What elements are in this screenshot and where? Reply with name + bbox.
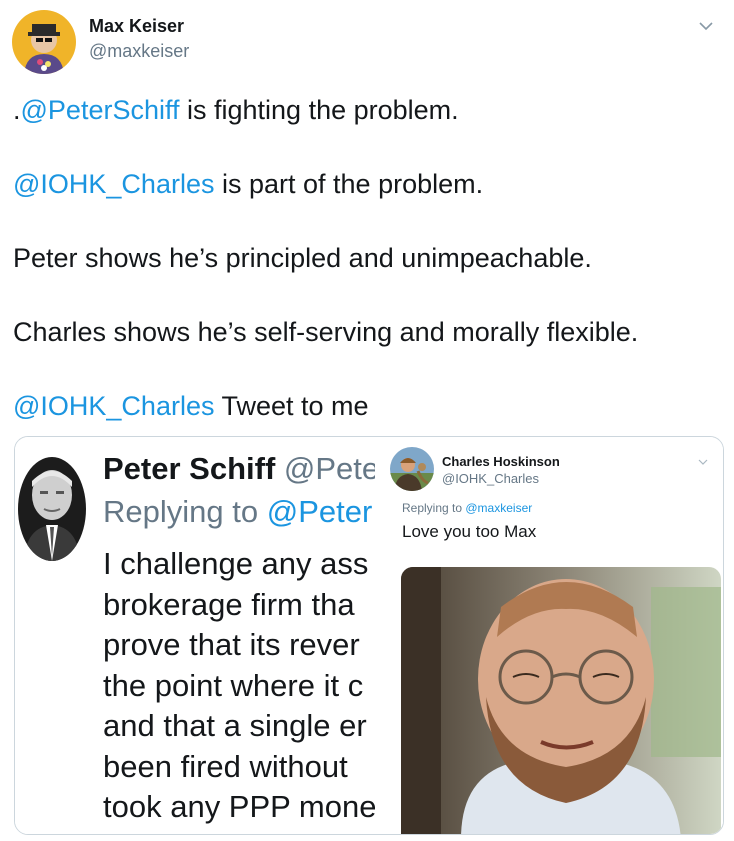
author-name[interactable]: Max Keiser <box>89 16 184 37</box>
tweet-paragraph: @IOHK_Charles is part of the problem. <box>13 164 713 204</box>
tweet: Max Keiser @maxkeiser .@PeterSchiff is f… <box>0 0 734 841</box>
peter-schiff-text-line: been fired without <box>103 748 348 784</box>
tweet-paragraph: Peter shows he’s principled and unimpeac… <box>13 238 713 278</box>
reply-label: Replying to <box>103 494 267 529</box>
tweet-header: Max Keiser @maxkeiser <box>12 10 722 74</box>
tweet-paragraph: .@PeterSchiff is fighting the problem. <box>13 90 713 130</box>
charles-hoskinson-handle: @IOHK_Charles <box>442 471 540 486</box>
paragraph-text: Charles shows he’s self-serving and mora… <box>13 317 639 347</box>
tweet-body: .@PeterSchiff is fighting the problem. @… <box>13 90 713 460</box>
peter-schiff-display-name: Peter Schiff <box>103 451 276 486</box>
peter-schiff-text-line: the point where it c <box>103 667 364 703</box>
mention-link[interactable]: @IOHK_Charles <box>13 169 214 199</box>
peter-schiff-text-line: brokerage firm tha <box>103 586 355 622</box>
paragraph-text: Peter shows he’s principled and unimpeac… <box>13 243 592 273</box>
author-handle[interactable]: @maxkeiser <box>89 41 189 62</box>
tweet-paragraph: Charles shows he’s self-serving and mora… <box>13 312 713 352</box>
peter-schiff-text-line: took any PPP mone <box>103 789 377 824</box>
tweet-media[interactable]: Peter Schiff @Pete Replying to @Peter I … <box>14 436 724 835</box>
reply-label: Replying to <box>402 501 466 515</box>
mention-link[interactable]: @IOHK_Charles <box>13 391 214 421</box>
charles-hoskinson-photo <box>401 567 721 834</box>
peter-schiff-name: Peter Schiff @Pete <box>103 451 379 487</box>
reply-mention: @Peter <box>266 494 373 529</box>
peter-schiff-text-line: and that a single er <box>103 708 367 743</box>
chevron-down-icon <box>697 455 709 467</box>
peter-schiff-reply-line: Replying to @Peter <box>103 494 372 530</box>
chevron-down-icon[interactable] <box>696 16 716 36</box>
charles-hoskinson-avatar <box>390 447 434 491</box>
tweet-paragraph: @IOHK_Charles Tweet to me <box>13 386 713 426</box>
reply-mention: @maxkeiser <box>465 501 533 515</box>
peter-schiff-handle: @Pete <box>283 451 380 486</box>
screenshot-peter-schiff: Peter Schiff @Pete Replying to @Peter I … <box>15 437 384 834</box>
paragraph-text: Tweet to me <box>214 391 369 421</box>
peter-schiff-text: I challenge any ass brokerage firm tha p… <box>103 544 376 828</box>
peter-schiff-text-line: I challenge any ass <box>103 546 369 581</box>
charles-hoskinson-name: Charles Hoskinson <box>442 454 560 469</box>
mention-link[interactable]: @PeterSchiff <box>21 95 180 125</box>
author-avatar[interactable] <box>12 10 76 74</box>
charles-hoskinson-text: Love you too Max <box>402 522 537 541</box>
paragraph-text: is fighting the problem. <box>179 95 459 125</box>
paragraph-text: is part of the problem. <box>214 169 484 199</box>
peter-schiff-avatar <box>18 457 86 561</box>
paragraph-prefix: . <box>13 95 21 125</box>
peter-schiff-text-line: prove that its rever <box>103 627 360 662</box>
screenshot-charles-hoskinson: Charles Hoskinson @IOHK_Charles Replying… <box>375 437 723 834</box>
charles-hoskinson-reply-line: Replying to @maxkeiser <box>402 501 532 515</box>
